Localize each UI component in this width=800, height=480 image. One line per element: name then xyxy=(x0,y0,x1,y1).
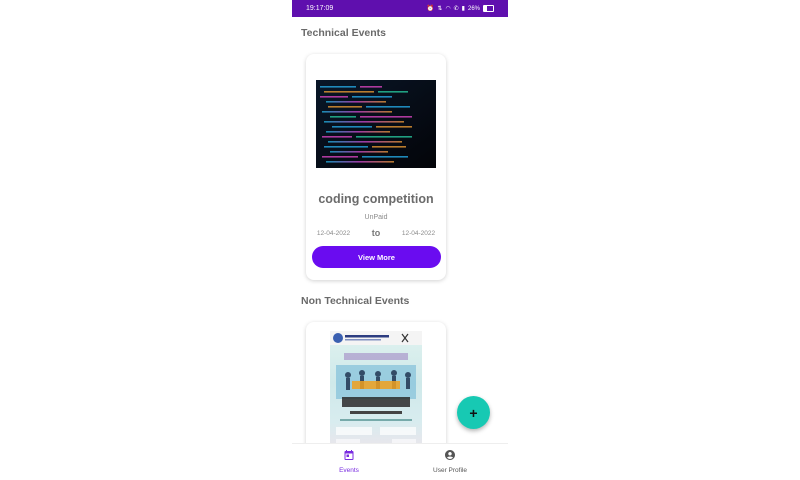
view-more-button[interactable]: View More xyxy=(312,246,441,268)
status-bar: 19:17:09 ⏰ ⇅ ◠ ✆ ▮ 26% xyxy=(292,0,508,17)
nav-item-user-profile[interactable]: User Profile xyxy=(410,448,490,474)
events-scroll-area[interactable]: Technical Events coding competition UnPa… xyxy=(292,17,508,443)
volte-icon: ✆ xyxy=(453,6,459,12)
event-card-coding-competition[interactable]: coding competition UnPaid 12-04-2022 to … xyxy=(306,54,446,280)
event-poster-image xyxy=(330,331,422,443)
code-screen-image xyxy=(316,80,436,168)
plus-icon: + xyxy=(469,404,478,421)
battery-percent: 26% xyxy=(467,5,480,12)
data-speed-icon: ⇅ xyxy=(437,6,443,12)
bottom-navigation: Events User Profile xyxy=(292,443,508,480)
event-title: coding competition xyxy=(318,192,434,206)
date-separator: to xyxy=(371,228,381,238)
event-dates: 12-04-2022 to 12-04-2022 xyxy=(306,227,446,239)
payment-status: UnPaid xyxy=(364,214,388,221)
non-technical-events-title: Non Technical Events xyxy=(301,295,410,307)
wifi-icon: ◠ xyxy=(445,6,451,12)
poster-artwork xyxy=(330,331,422,443)
nav-item-events[interactable]: Events xyxy=(309,448,389,474)
add-event-fab[interactable]: + xyxy=(457,396,490,429)
signal-icon: ▮ xyxy=(461,6,465,12)
calendar-icon xyxy=(344,450,354,460)
status-time: 19:17:09 xyxy=(306,5,334,12)
end-date: 12-04-2022 xyxy=(401,229,436,237)
start-date: 12-04-2022 xyxy=(316,229,351,237)
phone-screen: 19:17:09 ⏰ ⇅ ◠ ✆ ▮ 26% Technical Events xyxy=(292,0,508,480)
nav-label-user-profile: User Profile xyxy=(433,467,467,474)
account-circle-icon xyxy=(445,450,455,460)
technical-events-title: Technical Events xyxy=(301,27,387,39)
status-icons: ⏰ ⇅ ◠ ✆ ▮ 26% xyxy=(427,5,494,12)
nav-label-events: Events xyxy=(339,467,359,474)
event-card-sauhard[interactable] xyxy=(306,322,446,443)
event-image-code xyxy=(316,80,436,168)
alarm-icon: ⏰ xyxy=(426,6,435,12)
battery-icon xyxy=(483,5,494,12)
